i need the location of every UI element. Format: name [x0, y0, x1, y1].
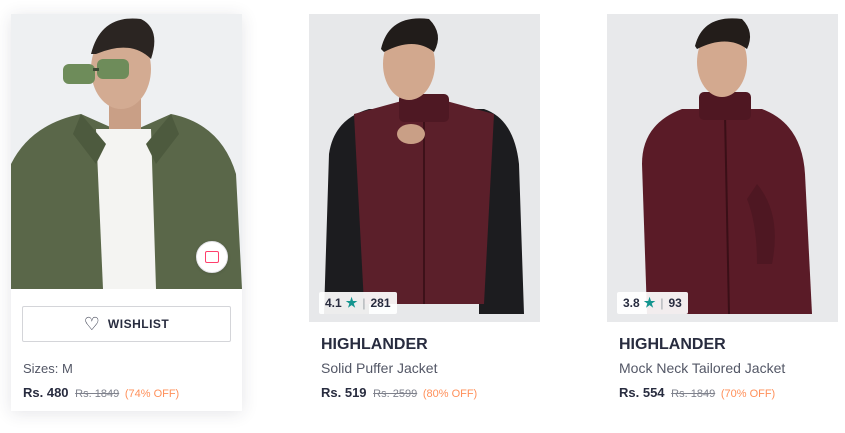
brand-name: HIGHLANDER	[321, 336, 428, 353]
product-card-3[interactable]: 3.8 ★ | 93 HIGHLANDER Mock Neck Tailored…	[607, 14, 838, 400]
product-photo	[309, 14, 540, 322]
product-image[interactable]: 3.8 ★ | 93	[607, 14, 838, 322]
product-card-2[interactable]: 4.1 ★ | 281 HIGHLANDER Solid Puffer Jack…	[309, 14, 540, 400]
heart-icon: ♡	[83, 314, 100, 334]
discount: (74% OFF)	[124, 388, 180, 400]
product-image[interactable]: 4.1 ★ | 281	[309, 14, 540, 322]
rating-value: 4.1	[325, 296, 342, 310]
product-name: Mock Neck Tailored Jacket	[619, 360, 786, 376]
rating-value: 3.8	[623, 296, 640, 310]
product-image[interactable]	[11, 14, 242, 289]
product-photo	[607, 14, 838, 322]
sizes-info: Sizes: M	[23, 361, 73, 376]
mrp: Rs. 1849	[671, 388, 716, 400]
price-row: Rs. 519 Rs. 2599 (80% OFF)	[321, 385, 528, 400]
star-icon: ★	[345, 295, 358, 310]
rating-count: 281	[370, 296, 391, 310]
rating-separator: |	[362, 296, 366, 310]
product-card-1[interactable]: ♡ WISHLIST Sizes: M Rs. 480 Rs. 1849 (74…	[11, 14, 242, 411]
price-row: Rs. 480 Rs. 1849 (74% OFF)	[23, 385, 230, 400]
view-similar-button[interactable]	[196, 241, 228, 273]
product-name: Solid Puffer Jacket	[321, 360, 438, 376]
price: Rs. 554	[619, 385, 665, 400]
rating-badge: 4.1 ★ | 281	[319, 292, 397, 314]
mrp: Rs. 1849	[75, 388, 120, 400]
rating-badge: 3.8 ★ | 93	[617, 292, 688, 314]
rating-count: 93	[668, 296, 682, 310]
price: Rs. 519	[321, 385, 367, 400]
price: Rs. 480	[23, 385, 69, 400]
discount: (70% OFF)	[720, 388, 776, 400]
brand-name: HIGHLANDER	[619, 336, 726, 353]
wishlist-button[interactable]: ♡ WISHLIST	[22, 306, 231, 342]
price-row: Rs. 554 Rs. 1849 (70% OFF)	[619, 385, 826, 400]
wishlist-label: WISHLIST	[107, 317, 170, 331]
rating-separator: |	[660, 296, 664, 310]
similar-icon	[205, 251, 219, 263]
discount: (80% OFF)	[422, 388, 478, 400]
star-icon: ★	[643, 295, 656, 310]
mrp: Rs. 2599	[373, 388, 418, 400]
